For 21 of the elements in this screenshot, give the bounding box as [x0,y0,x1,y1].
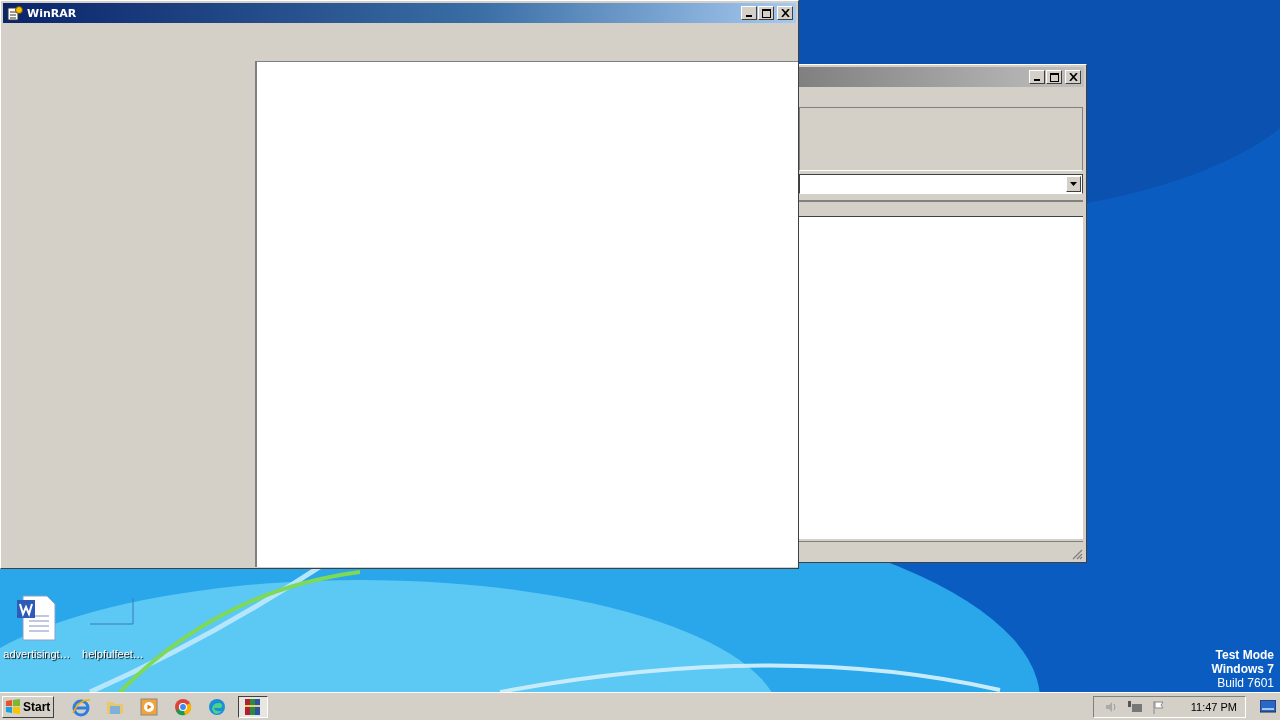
archive-icon [7,5,23,21]
archive-books-icon[interactable] [238,695,268,718]
show-desktop-icon[interactable] [1260,699,1276,714]
system-notice: Test Mode [1215,648,1274,662]
window-title: WinRAR [27,6,77,20]
maximize-button[interactable] [758,6,774,20]
system-notice: Build 7601 [1217,676,1274,690]
windows-logo-icon [5,698,21,715]
dropdown-field[interactable] [799,174,1083,194]
network-icon[interactable] [1126,699,1143,714]
dropdown-button[interactable] [1066,176,1081,192]
minimize-button[interactable] [741,6,757,20]
flag-icon[interactable] [1151,699,1166,714]
close-button[interactable] [777,6,793,20]
clock[interactable]: 11:47 PM [1190,700,1237,713]
caret-icon [1070,182,1077,186]
system-notice: Windows 7 [1211,662,1274,676]
close-icon [780,9,790,17]
resize-grip-icon[interactable] [1072,549,1083,560]
start-button[interactable]: Start [2,695,54,718]
close-icon [1068,73,1078,81]
